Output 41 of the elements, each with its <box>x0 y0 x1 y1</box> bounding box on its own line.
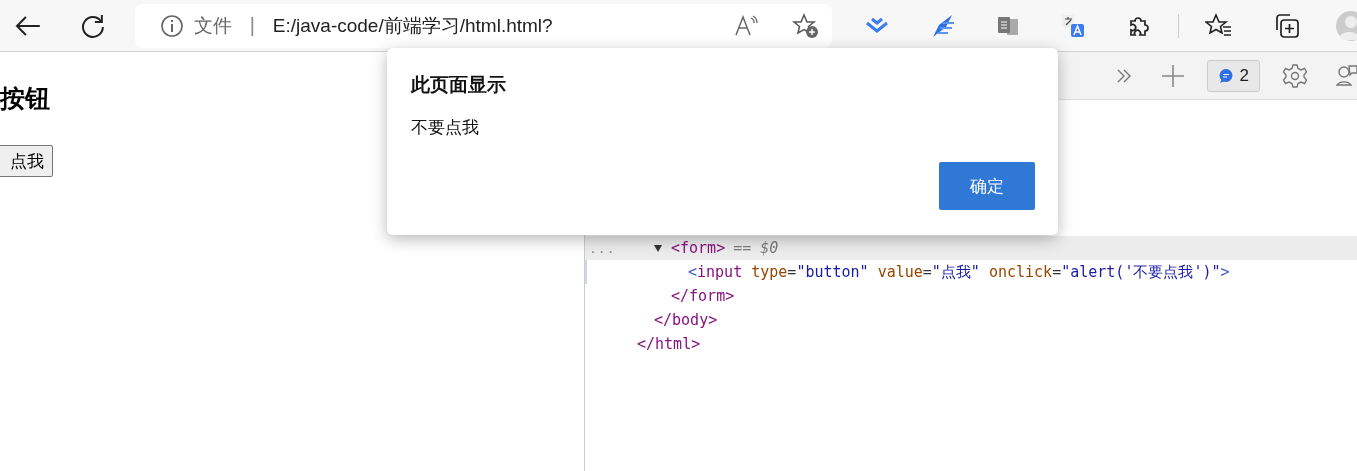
issues-button[interactable]: 2 <box>1206 59 1260 92</box>
code-token: = <box>787 263 797 281</box>
code-token: "button" <box>796 263 869 281</box>
code-token: > <box>1220 263 1230 281</box>
code-token: input <box>697 263 743 281</box>
click-me-button[interactable]: 点我 <box>0 145 53 177</box>
read-aloud-icon[interactable] <box>734 14 760 37</box>
code-token: value <box>876 263 923 281</box>
translate-icon[interactable] <box>1060 12 1086 39</box>
code-token: = <box>1052 263 1062 281</box>
code-token: <form> <box>671 239 726 257</box>
add-favorite-icon[interactable] <box>792 12 820 39</box>
code-line[interactable]: <input type="button" value="点我" onclick="alert('不要点我')"> <box>585 260 1357 284</box>
address-bar[interactable]: 文件 | E:/java-code/前端学习/html.html? <box>134 3 832 48</box>
selection-marker: == $0 <box>733 239 779 257</box>
pen-icon[interactable] <box>930 12 956 39</box>
feedback-icon[interactable] <box>1336 62 1357 89</box>
code-token: </html> <box>637 335 701 353</box>
page-heading: 按钮 <box>0 83 50 114</box>
reader-icon[interactable] <box>996 14 1020 37</box>
code-token: type <box>750 263 788 281</box>
code-token: </body> <box>654 311 718 329</box>
collapse-icon[interactable] <box>653 243 663 253</box>
separator: | <box>249 14 255 37</box>
collections-icon[interactable] <box>1273 11 1301 40</box>
code-token: </form> <box>671 287 735 305</box>
code-token: onclick <box>987 263 1053 281</box>
code-token: "alert('不要点我')" <box>1061 262 1221 282</box>
refresh-icon[interactable] <box>79 12 106 39</box>
dialog-title: 此页面显示 <box>411 73 507 97</box>
settings-icon[interactable] <box>1282 62 1308 89</box>
info-icon[interactable] <box>159 13 184 38</box>
code-token: "点我" <box>931 262 980 282</box>
ok-button[interactable]: 确定 <box>939 162 1035 210</box>
security-label: 文件 <box>193 13 232 38</box>
dialog-message: 不要点我 <box>411 117 480 139</box>
code-token: = <box>922 263 932 281</box>
chat-icon <box>1217 67 1234 84</box>
favorites-icon[interactable] <box>1205 12 1233 39</box>
url-text[interactable]: E:/java-code/前端学习/html.html? <box>272 12 553 39</box>
code-token: < <box>688 263 698 281</box>
